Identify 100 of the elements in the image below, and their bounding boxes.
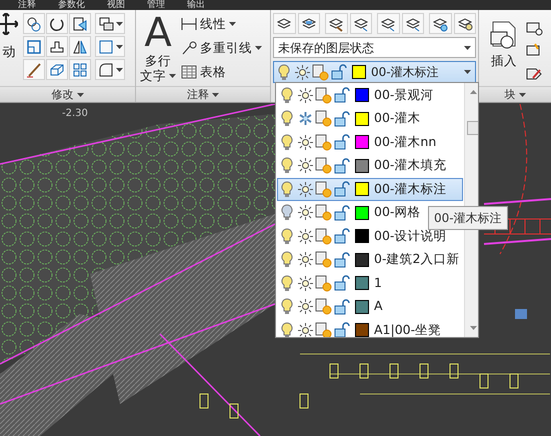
shape-button[interactable]	[46, 36, 68, 57]
square-button[interactable]	[95, 36, 125, 57]
panel-title[interactable]: 块	[479, 86, 551, 102]
layer-item[interactable]: 00-灌木nn	[277, 131, 464, 154]
layer-viewport-icon	[315, 204, 332, 222]
sun-icon	[295, 64, 310, 80]
leader-button[interactable]: 多重引线	[181, 38, 262, 58]
layer-viewport-icon	[315, 322, 332, 337]
layers-button[interactable]	[298, 13, 320, 34]
brush-button[interactable]	[23, 59, 45, 80]
scroll-thumb[interactable]	[467, 121, 478, 135]
table-button[interactable]: 表格	[181, 62, 262, 82]
layer-properties-icon	[276, 16, 292, 32]
layer-item[interactable]: 00-灌木标注	[277, 178, 464, 200]
dimension-button[interactable]: 线性	[181, 15, 262, 34]
layer-viewport-icon	[315, 157, 332, 174]
sun-icon	[298, 182, 313, 197]
caret-icon	[116, 44, 122, 48]
lock-icon	[334, 298, 350, 315]
layer-item[interactable]: 00-灌木	[277, 108, 464, 130]
sun-icon	[298, 205, 313, 220]
layer-bulb-button[interactable]	[454, 13, 476, 34]
sun-icon	[298, 322, 313, 337]
block-icon	[525, 20, 543, 36]
lock-icon	[334, 110, 350, 127]
cube-button[interactable]	[46, 59, 68, 80]
menu-tab[interactable]: 管理	[147, 0, 165, 10]
layer-item[interactable]: A	[277, 296, 464, 318]
circles-button[interactable]	[23, 13, 45, 34]
caret-icon	[255, 46, 262, 50]
caret-icon	[464, 70, 471, 74]
leader-icon	[181, 41, 197, 56]
layer-item[interactable]: 00-灌木填充	[277, 154, 464, 177]
sun-icon	[298, 88, 313, 103]
move-label[interactable]: 动	[2, 43, 16, 62]
sun-icon	[298, 276, 313, 291]
sun-icon	[298, 252, 313, 268]
layer-dropdown[interactable]: 00-灌木标注	[273, 61, 476, 83]
layer-item[interactable]: 1	[277, 272, 464, 294]
lock-icon	[334, 275, 350, 292]
bulb-icon	[281, 228, 293, 245]
dimension-icon	[181, 17, 197, 32]
lock-icon	[334, 158, 350, 174]
layer-brush-button[interactable]	[325, 13, 348, 34]
layer-item[interactable]: 00-景观河	[277, 84, 464, 106]
stack-button[interactable]	[95, 13, 125, 34]
snowflake-icon	[298, 111, 313, 126]
layer-gear-icon	[432, 16, 448, 32]
sun-icon	[298, 158, 313, 174]
grid-icon	[72, 62, 88, 78]
caret-icon	[518, 92, 526, 96]
lock-icon	[334, 322, 350, 337]
table-icon	[181, 64, 197, 79]
mtext-button[interactable]: A 多行 文字	[138, 13, 178, 86]
layer-properties-button[interactable]	[273, 13, 296, 34]
grid-button[interactable]	[69, 59, 91, 80]
rotate-icon	[49, 16, 65, 32]
caret-icon	[76, 92, 84, 96]
mirror-icon	[72, 38, 88, 54]
layer-arrow-button[interactable]	[402, 13, 424, 34]
layer-arrow-button[interactable]	[377, 13, 400, 34]
lock-icon	[334, 134, 350, 150]
layer-gear-button[interactable]	[429, 13, 452, 34]
brush-icon	[26, 62, 42, 78]
layer-viewport-icon	[315, 298, 332, 316]
bulb-icon	[281, 157, 293, 174]
mirror-button[interactable]	[69, 36, 91, 57]
lock-icon	[331, 64, 347, 80]
scale-button[interactable]	[69, 13, 91, 34]
bulb-icon	[281, 204, 293, 222]
insert-button[interactable]: 插入	[489, 20, 519, 86]
rotate-button[interactable]	[46, 13, 68, 34]
layers-icon	[300, 16, 317, 32]
panel-title[interactable]: 注释	[136, 86, 270, 102]
layer-viewport-icon	[315, 110, 332, 128]
stack-icon	[98, 16, 114, 32]
layer-state-dropdown[interactable]: 未保存的图层状态	[273, 37, 476, 58]
square-icon	[26, 38, 42, 54]
layer-arrow-button[interactable]	[350, 13, 372, 34]
panel-title[interactable]: 修改	[0, 86, 135, 102]
bulb-icon	[281, 86, 293, 104]
bulb-icon	[281, 251, 293, 268]
dimension-text: -2.30	[62, 107, 88, 121]
layer-arrow-icon	[404, 16, 421, 32]
layer-arrow-icon	[380, 16, 396, 32]
sun-icon	[298, 228, 313, 244]
layer-viewport-icon	[315, 251, 332, 268]
bulb-icon	[281, 110, 293, 128]
scale-icon	[72, 16, 88, 32]
layer-bulb-icon	[456, 16, 473, 32]
caret-icon	[229, 22, 236, 26]
bulb-icon	[281, 274, 293, 292]
lock-icon	[334, 228, 350, 244]
layer-brush-icon	[328, 16, 344, 32]
arc-button[interactable]	[95, 59, 125, 80]
shape-icon	[49, 38, 65, 54]
layer-item[interactable]: 0-建筑2入口新	[277, 248, 464, 271]
lock-icon	[334, 252, 350, 268]
square-button[interactable]	[23, 36, 45, 57]
layer-item[interactable]: A1|00-坐凳	[277, 319, 464, 337]
